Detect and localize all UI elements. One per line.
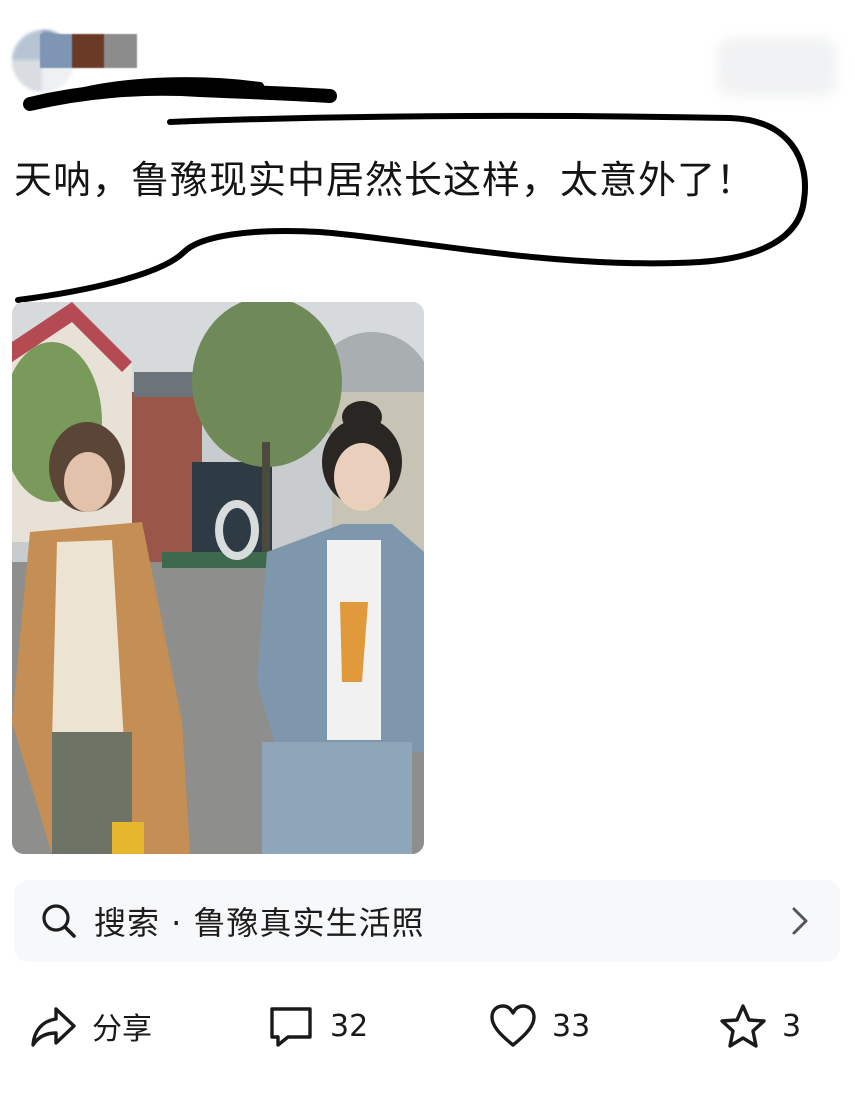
comment-icon bbox=[270, 1007, 312, 1047]
like-button[interactable]: 33 bbox=[488, 1000, 590, 1052]
heart-icon bbox=[490, 1004, 536, 1047]
search-label: 搜索 · 鲁豫真实生活照 bbox=[94, 904, 425, 942]
comment-button[interactable]: 32 bbox=[266, 1000, 368, 1052]
post-photo[interactable] bbox=[12, 302, 424, 854]
star-icon bbox=[720, 1004, 766, 1048]
search-icon bbox=[42, 904, 76, 938]
like-count: 33 bbox=[552, 1008, 591, 1044]
follow-button-blurred[interactable] bbox=[717, 38, 837, 96]
favorite-count: 3 bbox=[782, 1008, 802, 1044]
share-button[interactable]: 分享 bbox=[28, 1000, 152, 1052]
share-icon bbox=[31, 1007, 76, 1047]
favorite-button[interactable]: 3 bbox=[718, 1000, 801, 1052]
username-mosaic bbox=[40, 34, 138, 68]
comment-count: 32 bbox=[330, 1008, 369, 1044]
chevron-right-icon bbox=[792, 907, 808, 935]
post-text: 天呐，鲁豫现实中居然长这样，太意外了！ bbox=[14, 158, 756, 202]
share-label: 分享 bbox=[92, 1012, 152, 1047]
search-suggestion-bar[interactable]: 搜索 · 鲁豫真实生活照 bbox=[14, 880, 840, 962]
